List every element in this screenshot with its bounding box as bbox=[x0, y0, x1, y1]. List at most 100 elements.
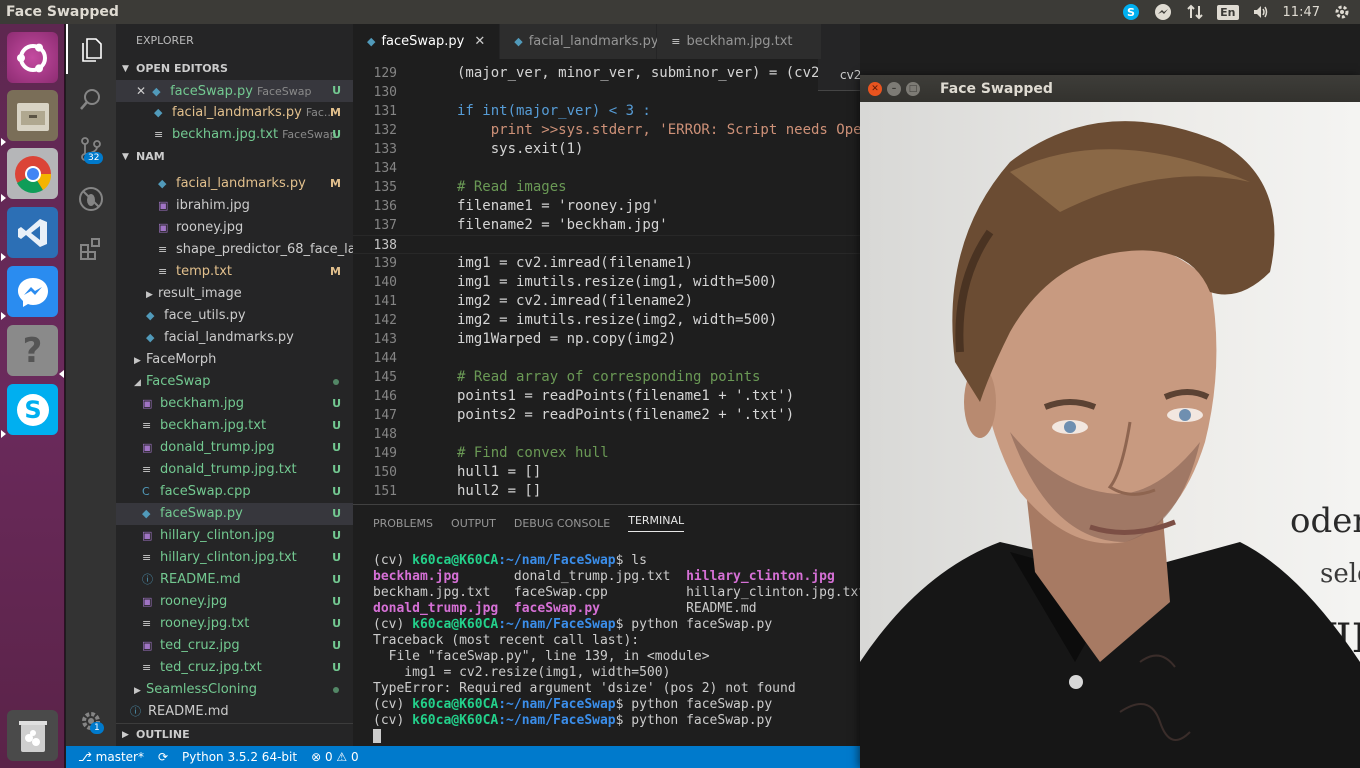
open-editor-item[interactable]: ◆ facial_landmarks.py Fac... M bbox=[116, 102, 353, 124]
files-icon[interactable] bbox=[7, 90, 58, 141]
python-file-icon: ◆ bbox=[146, 309, 155, 322]
image-file-icon: ▣ bbox=[158, 199, 169, 212]
explorer-icon[interactable] bbox=[66, 24, 116, 74]
image-file-icon: ▣ bbox=[142, 595, 153, 608]
python-file-icon: ◆ bbox=[152, 85, 161, 98]
open-editors-header[interactable]: ▼ OPEN EDITORS bbox=[116, 58, 353, 80]
text-file-icon: ≡ bbox=[142, 551, 152, 564]
warning-icon: ⚠ bbox=[336, 750, 348, 764]
tree-item[interactable]: ≡ rooney.jpg.txt U bbox=[116, 613, 353, 635]
open-editor-item[interactable]: ✕ ◆ faceSwap.py FaceSwap U bbox=[116, 80, 353, 102]
folder-header[interactable]: ▼ NAM bbox=[116, 146, 353, 168]
tab-beckham-txt[interactable]: ≡ beckham.jpg.txt bbox=[657, 24, 822, 59]
python-file-icon: ◆ bbox=[514, 35, 523, 48]
code-line: hull1 = [] bbox=[457, 464, 542, 480]
code-line: filename1 = 'rooney.jpg' bbox=[457, 198, 660, 214]
close-icon[interactable]: ✕ bbox=[136, 84, 146, 98]
text-file-icon: ≡ bbox=[158, 243, 168, 256]
tree-item[interactable]: ≡ hillary_clinton.jpg.txt U bbox=[116, 547, 353, 569]
tree-item[interactable]: ≡ beckham.jpg.txt U bbox=[116, 415, 353, 437]
extensions-icon[interactable] bbox=[66, 224, 116, 274]
info-icon: ⓘ bbox=[130, 705, 141, 718]
tree-folder[interactable]: ▶ FaceMorph bbox=[116, 349, 353, 371]
tree-item[interactable]: ◆ facial_landmarks.py M bbox=[116, 173, 353, 195]
info-icon: ⓘ bbox=[142, 573, 153, 586]
image-file-icon: ▣ bbox=[142, 441, 153, 454]
window-titlebar[interactable]: ✕ – □ Face Swapped bbox=[860, 75, 1360, 102]
terminal-cursor bbox=[373, 729, 381, 743]
tree-item[interactable]: ▣ hillary_clinton.jpg U bbox=[116, 525, 353, 547]
source-control-icon[interactable]: 32 bbox=[66, 124, 116, 174]
debug-icon[interactable] bbox=[66, 174, 116, 224]
svg-text:odern: odern bbox=[1290, 501, 1360, 541]
tree-item[interactable]: ⓘ README.md U bbox=[116, 569, 353, 591]
terminal-output[interactable]: (cv) k60ca@K60CA:~/nam/FaceSwap$ ls beck… bbox=[373, 553, 860, 746]
tree-folder[interactable]: ▶ SeamlessCloning bbox=[116, 679, 353, 701]
code-line: img1 = imutils.resize(img1, width=500) bbox=[457, 274, 778, 290]
code-editor[interactable]: 129 (major_ver, minor_ver, subminor_ver) … bbox=[353, 59, 860, 504]
keyboard-layout-indicator[interactable]: En bbox=[1217, 4, 1239, 20]
close-icon[interactable]: ✕ bbox=[474, 34, 485, 49]
sync-icon[interactable]: ⟳ bbox=[158, 750, 168, 764]
vscode-icon[interactable] bbox=[7, 207, 58, 258]
network-icon[interactable] bbox=[1185, 2, 1205, 22]
tree-folder[interactable]: ◢ FaceSwap bbox=[116, 371, 353, 393]
tree-item[interactable]: ◆ facial_landmarks.py bbox=[116, 327, 353, 349]
code-line: sys.exit(1) bbox=[457, 141, 584, 157]
tree-item[interactable]: ≡ shape_predictor_68_face_la... bbox=[116, 239, 353, 261]
python-file-icon: ◆ bbox=[158, 177, 167, 190]
outline-header[interactable]: ▶ OUTLINE bbox=[116, 723, 353, 745]
tree-item[interactable]: ▣ rooney.jpg U bbox=[116, 591, 353, 613]
minimize-icon[interactable]: – bbox=[887, 81, 901, 96]
code-line: if int(major_ver) < 3 : bbox=[457, 103, 651, 119]
tab-output[interactable]: OUTPUT bbox=[451, 517, 496, 530]
chevron-down-icon: ◢ bbox=[134, 378, 141, 388]
tab-faceswap-py[interactable]: ◆ faceSwap.py ✕ bbox=[353, 24, 501, 59]
tree-item[interactable]: ▣ ted_cruz.jpg U bbox=[116, 635, 353, 657]
tree-folder[interactable]: ▶ result_image bbox=[116, 283, 353, 305]
python-file-icon: ◆ bbox=[154, 106, 163, 119]
messenger-icon[interactable] bbox=[7, 266, 58, 317]
gear-icon[interactable] bbox=[1332, 2, 1352, 22]
tree-item[interactable]: ⓘ README.md bbox=[116, 701, 353, 723]
tree-item[interactable]: ◆ face_utils.py bbox=[116, 305, 353, 327]
tree-item[interactable]: ▣ rooney.jpg bbox=[116, 217, 353, 239]
settings-gear-icon[interactable]: 1 bbox=[66, 696, 116, 746]
tab-debug-console[interactable]: DEBUG CONSOLE bbox=[514, 517, 610, 530]
clock[interactable]: 11:47 bbox=[1283, 5, 1320, 20]
trash-icon[interactable] bbox=[7, 710, 58, 761]
ubuntu-dash-icon[interactable] bbox=[7, 32, 58, 83]
maximize-icon[interactable]: □ bbox=[906, 81, 920, 96]
branch-indicator[interactable]: ⎇ master* bbox=[78, 750, 144, 764]
tree-item[interactable]: ≡ temp.txt M bbox=[116, 261, 353, 283]
code-line: (major_ver, minor_ver, subminor_ver) = (… bbox=[457, 65, 820, 81]
skype-icon[interactable]: S bbox=[7, 384, 58, 435]
tab-problems[interactable]: PROBLEMS bbox=[373, 517, 433, 530]
code-line: # Find convex hull bbox=[457, 445, 609, 461]
bottom-panel: PROBLEMS OUTPUT DEBUG CONSOLE TERMINAL (… bbox=[353, 504, 860, 746]
problems-indicator[interactable]: ⊗ 0 ⚠ 0 bbox=[311, 750, 359, 764]
tree-item[interactable]: ▣ beckham.jpg U bbox=[116, 393, 353, 415]
image-file-icon: ▣ bbox=[158, 221, 169, 234]
volume-icon[interactable] bbox=[1251, 2, 1271, 22]
code-line: hull2 = [] bbox=[457, 483, 542, 499]
peek-widget[interactable]: cv2 bbox=[818, 59, 860, 91]
tab-terminal[interactable]: TERMINAL bbox=[628, 514, 685, 532]
tree-item[interactable]: ≡ ted_cruz.jpg.txt U bbox=[116, 657, 353, 679]
tree-item[interactable]: ◆ faceSwap.py U bbox=[116, 503, 353, 525]
messenger-tray-icon[interactable] bbox=[1153, 2, 1173, 22]
close-icon[interactable]: ✕ bbox=[868, 81, 882, 96]
python-file-icon: ◆ bbox=[146, 331, 155, 344]
help-icon[interactable]: ? bbox=[7, 325, 58, 376]
tab-facial-landmarks-py[interactable]: ◆ facial_landmarks.py bbox=[500, 24, 659, 59]
tree-item[interactable]: CfaceSwap.cpp U bbox=[116, 481, 353, 503]
tree-item[interactable]: ≡ donald_trump.jpg.txt U bbox=[116, 459, 353, 481]
open-editor-item[interactable]: ≡ beckham.jpg.txt FaceSwap U bbox=[116, 124, 353, 146]
chrome-icon[interactable] bbox=[7, 148, 58, 199]
python-interpreter[interactable]: Python 3.5.2 64-bit bbox=[182, 750, 297, 764]
tree-item[interactable]: ▣ ibrahim.jpg bbox=[116, 195, 353, 217]
desktop: Face Swapped S En 11:47 ? S 32 1 EXPLORE… bbox=[0, 0, 1360, 768]
tree-item[interactable]: ▣ donald_trump.jpg U bbox=[116, 437, 353, 459]
skype-tray-icon[interactable]: S bbox=[1121, 2, 1141, 22]
search-icon[interactable] bbox=[66, 74, 116, 124]
